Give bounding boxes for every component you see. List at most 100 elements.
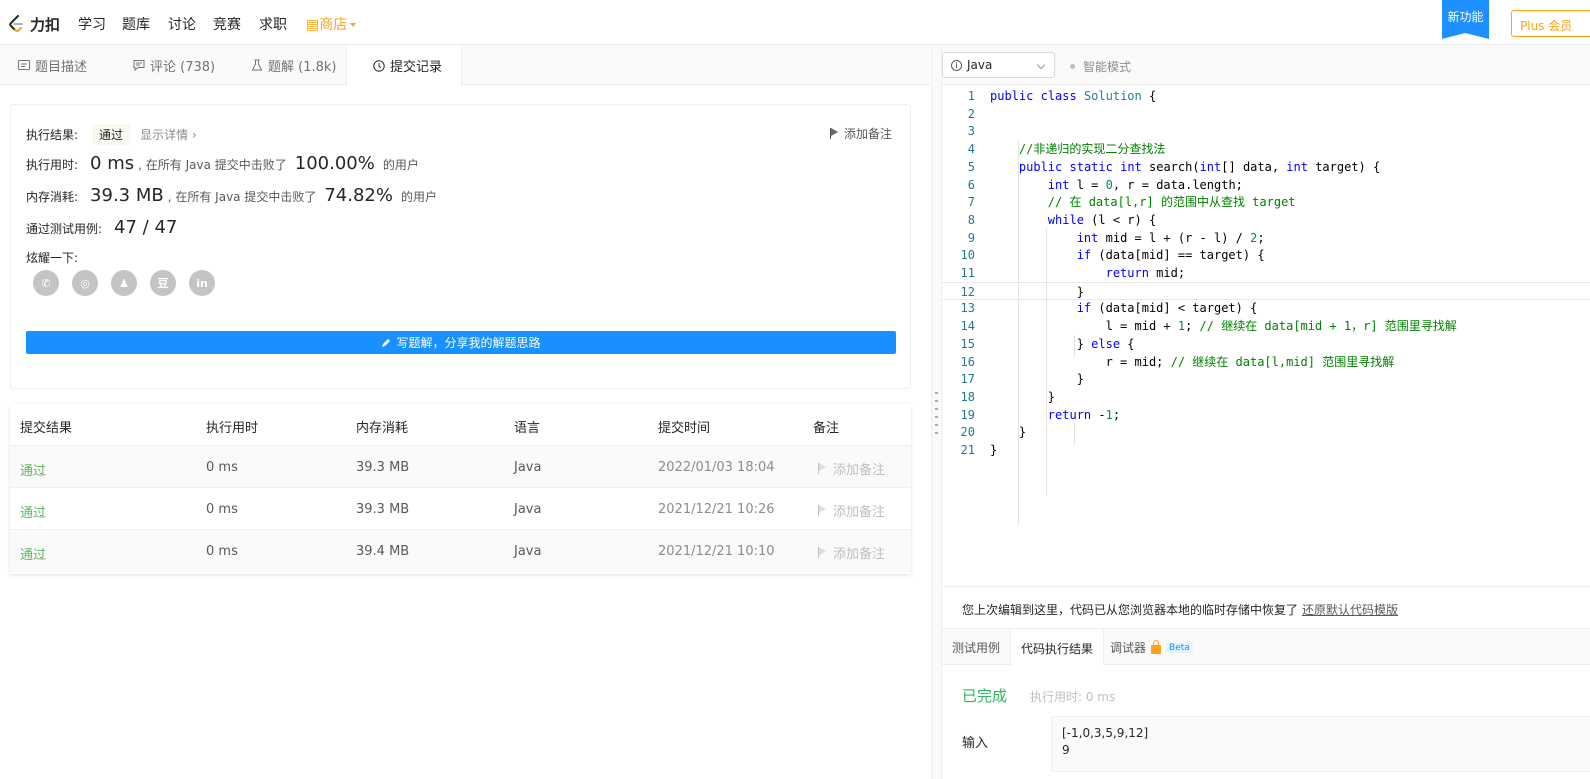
write-solution-button[interactable]: 写题解，分享我的解题思路	[26, 331, 896, 354]
line-number: 5	[967, 159, 975, 174]
tab-submissions[interactable]: 提交记录	[346, 45, 462, 86]
tab-debugger[interactable]: 调试器 Beta	[1110, 629, 1193, 666]
input-line: 9	[1062, 743, 1070, 757]
language-select[interactable]: i Java	[942, 52, 1055, 78]
add-note-button[interactable]: 添加备注	[829, 125, 892, 142]
col-runtime: 执行用时	[206, 421, 259, 436]
nav-discuss[interactable]: 讨论	[168, 14, 196, 34]
code-text: }	[990, 443, 998, 457]
runtime-beats-text: , 在所有 Java 提交中击败了	[138, 158, 287, 172]
new-feature-badge[interactable]: 新功能	[1442, 0, 1489, 39]
nav-shop[interactable]: ▤商店	[306, 14, 357, 34]
code-line[interactable]: 18 }	[942, 388, 1590, 406]
input-label: 输入	[962, 736, 989, 751]
code-text: int mid = l + (r - l) / 2;	[1076, 230, 1265, 245]
chevron-down-icon	[1036, 60, 1046, 70]
row-date: 2021/12/21 10:26	[658, 502, 775, 517]
code-line[interactable]: 5 public static int search(int[] data, i…	[942, 158, 1590, 176]
row-memory: 39.3 MB	[356, 502, 410, 517]
code-line[interactable]: 17 }	[942, 370, 1590, 388]
editor-toolbar: i Java 智能模式	[942, 45, 1590, 85]
line-number: 12	[960, 284, 975, 299]
input-box: [-1,0,3,5,9,12] 9	[1051, 716, 1590, 772]
row-runtime: 0 ms	[206, 544, 238, 559]
code-line[interactable]: 2	[942, 105, 1590, 123]
row-memory: 39.4 MB	[356, 544, 410, 559]
line-number: 16	[960, 354, 975, 369]
code-line[interactable]: 4 //非递归的实现二分查找法	[942, 140, 1590, 158]
code-text: int l = 0, r = data.length;	[1047, 177, 1243, 192]
row-result[interactable]: 通过	[20, 544, 46, 563]
wechat-icon[interactable]: ✆	[33, 270, 59, 296]
nav-study[interactable]: 学习	[78, 14, 106, 34]
weibo-icon[interactable]: ◎	[72, 270, 98, 296]
code-line[interactable]: 6 int l = 0, r = data.length;	[942, 176, 1590, 194]
code-line[interactable]: 9 int mid = l + (r - l) / 2;	[942, 229, 1590, 247]
row-add-note[interactable]: 添加备注	[818, 543, 885, 562]
flag-icon	[829, 128, 839, 139]
code-line[interactable]: 14 l = mid + 1; // 继续在 data[mid + 1，r] 范…	[942, 317, 1590, 335]
code-line[interactable]: 7 // 在 data[l,r] 的范围中从查找 target	[942, 193, 1590, 211]
exec-result-row: 执行结果: 通过 显示详情 ›	[26, 124, 197, 145]
code-line[interactable]: 16 r = mid; // 继续在 data[l,mid] 范围里寻找解	[942, 353, 1590, 371]
add-note-label: 添加备注	[843, 127, 892, 141]
line-number: 13	[960, 301, 975, 316]
code-editor[interactable]: 1 public class Solution {2 3 4 //非递归的实现二分查找…	[942, 85, 1590, 585]
col-result: 提交结果	[20, 421, 73, 436]
row-runtime: 0 ms	[206, 502, 238, 517]
restore-notice: 您上次编辑到这里，代码已从您浏览器本地的临时存储中恢复了 还原默认代码模版	[942, 586, 1590, 628]
row-result[interactable]: 通过	[20, 502, 46, 521]
plus-member-button[interactable]: Plus 会员	[1511, 10, 1590, 37]
tab-solutions[interactable]: 题解 (1.8k)	[251, 45, 336, 85]
code-text: } else {	[990, 336, 1135, 351]
store-icon: ▤	[306, 17, 320, 33]
code-text: while (l < r) {	[1047, 212, 1157, 227]
tab-comments[interactable]: 评论 (738)	[133, 45, 215, 85]
nav-jobs[interactable]: 求职	[259, 14, 287, 34]
code-line[interactable]: 20 }	[942, 423, 1590, 441]
row-result[interactable]: 通过	[20, 460, 46, 479]
code-text: public class Solution {	[990, 89, 1157, 103]
result-card: 执行结果: 通过 显示详情 › 添加备注 执行用时: 0 ms , 在所有 Ja…	[10, 104, 911, 389]
code-line[interactable]: 15 } else {	[942, 335, 1590, 353]
tab-testcases[interactable]: 测试用例	[952, 629, 1000, 666]
drag-handle[interactable]	[935, 392, 938, 436]
leetcode-logo[interactable]: 力扣	[8, 13, 60, 35]
row-add-note[interactable]: 添加备注	[818, 501, 885, 520]
code-line[interactable]: 13 if (data[mid] < target) {	[942, 299, 1590, 317]
line-number: 7	[967, 195, 975, 210]
code-line[interactable]: 3	[942, 122, 1590, 140]
tests-value: 47 / 47	[114, 217, 178, 238]
code-line[interactable]: 19 return -1;	[942, 406, 1590, 424]
code-text: public static int search(int[] data, int…	[1018, 159, 1381, 174]
douban-icon[interactable]: 豆	[150, 270, 176, 296]
restore-default-link[interactable]: 还原默认代码模版	[1302, 603, 1398, 617]
indent-guide	[1046, 228, 1047, 496]
code-line[interactable]: 11 return mid;	[942, 264, 1590, 282]
smart-mode-toggle[interactable]: 智能模式	[1070, 58, 1131, 75]
indent-guide	[1018, 140, 1019, 525]
code-line[interactable]: 12 }	[942, 281, 1590, 300]
nav-problems[interactable]: 题库	[122, 14, 150, 34]
show-details-link[interactable]: 显示详情 ›	[140, 126, 197, 143]
tab-run-result[interactable]: 代码执行结果	[1010, 629, 1105, 667]
table-row[interactable]: 通过 0 ms 39.4 MB Java 2021/12/21 10:10 添加…	[10, 530, 911, 572]
info-icon: i	[951, 59, 962, 71]
row-add-note-label: 添加备注	[833, 505, 886, 520]
tab-description[interactable]: 题目描述	[18, 45, 87, 85]
memory-value: 39.3 MB	[90, 185, 164, 206]
code-line[interactable]: 21}	[942, 441, 1590, 459]
code-line[interactable]: 1 public class Solution {	[942, 87, 1590, 105]
memory-users: 的用户	[400, 190, 437, 204]
nav-contest[interactable]: 竞赛	[213, 14, 241, 34]
table-row[interactable]: 通过 0 ms 39.3 MB Java 2022/01/03 18:04 添加…	[10, 446, 911, 488]
code-text: // 在 data[l,r] 的范围中从查找 target	[1047, 195, 1296, 210]
row-add-note[interactable]: 添加备注	[818, 459, 885, 478]
qq-icon[interactable]: ♟	[111, 270, 137, 296]
line-number: 3	[967, 124, 975, 139]
restore-text: 您上次编辑到这里，代码已从您浏览器本地的临时存储中恢复了	[962, 603, 1299, 617]
code-line[interactable]: 8 while (l < r) {	[942, 211, 1590, 229]
linkedin-icon[interactable]: in	[189, 270, 215, 296]
code-line[interactable]: 10 if (data[mid] == target) {	[942, 246, 1590, 264]
table-row[interactable]: 通过 0 ms 39.3 MB Java 2021/12/21 10:26 添加…	[10, 488, 911, 530]
